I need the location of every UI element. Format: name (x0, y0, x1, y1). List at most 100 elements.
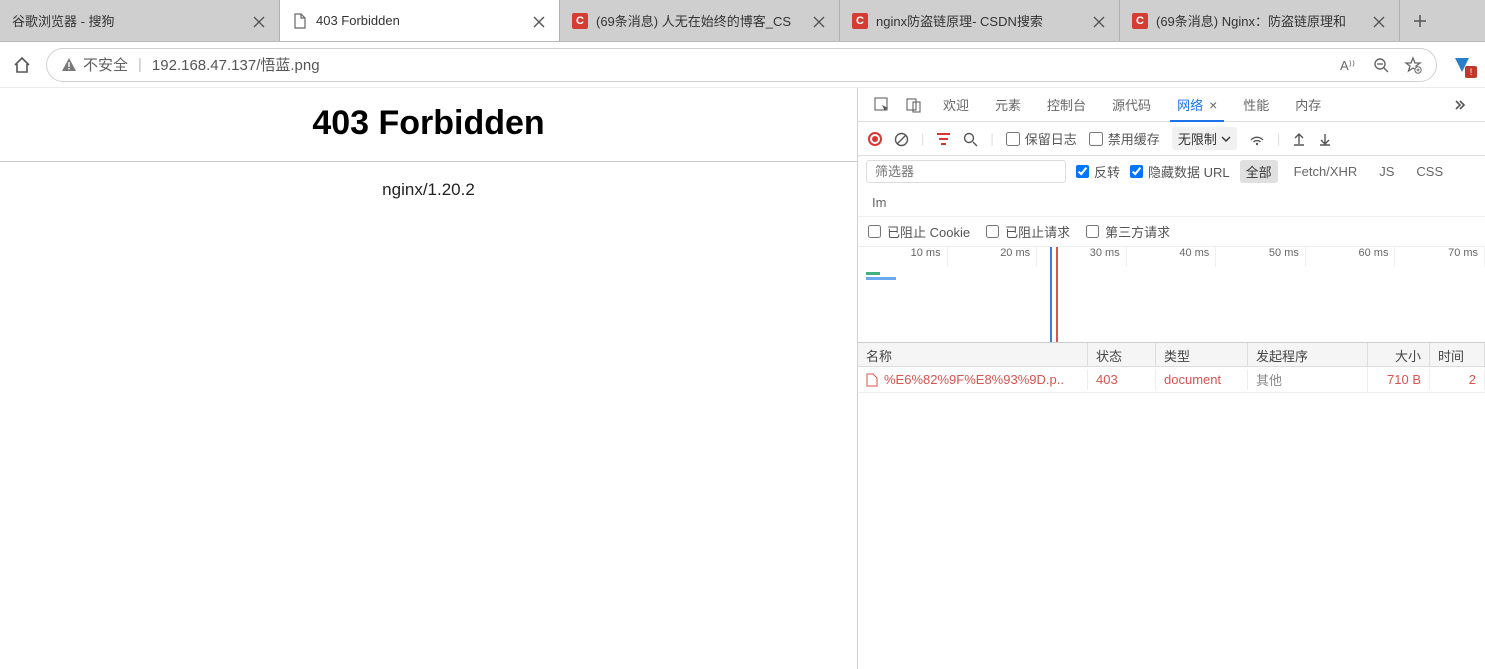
preserve-log-label: 保留日志 (1025, 129, 1077, 148)
blocked-requests-checkbox[interactable]: 已阻止请求 (986, 222, 1070, 241)
timeline-tick: 60 ms (1306, 247, 1396, 267)
chevron-down-icon (1221, 134, 1231, 144)
third-party-label: 第三方请求 (1105, 222, 1170, 241)
tab-network-label: 网络 (1177, 95, 1203, 114)
more-tabs-icon[interactable] (1447, 97, 1477, 113)
tab-welcome[interactable]: 欢迎 (930, 88, 982, 121)
disable-cache-checkbox[interactable]: 禁用缓存 (1089, 129, 1160, 148)
header-initiator[interactable]: 发起程序 (1248, 343, 1368, 366)
close-icon[interactable] (1373, 14, 1387, 28)
favorites-icon[interactable] (1404, 55, 1422, 73)
filter-icon[interactable] (936, 130, 951, 146)
insecure-label: 不安全 (83, 54, 128, 75)
tab-1[interactable]: 403 Forbidden (280, 0, 560, 41)
header-type[interactable]: 类型 (1156, 343, 1248, 366)
hide-data-urls-checkbox[interactable]: 隐藏数据 URL (1130, 162, 1230, 181)
header-name[interactable]: 名称 (858, 343, 1088, 366)
insecure-badge: 不安全 (61, 54, 128, 75)
clear-button[interactable] (894, 130, 909, 146)
cell-type: document (1156, 369, 1248, 390)
tab-sources[interactable]: 源代码 (1099, 88, 1164, 121)
close-icon[interactable] (1093, 14, 1107, 28)
filter-type-fetch[interactable]: Fetch/XHR (1288, 162, 1364, 181)
network-filter-row: 反转 隐藏数据 URL 全部 Fetch/XHR JS CSS Im (858, 156, 1485, 217)
network-filter-row-2: 已阻止 Cookie 已阻止请求 第三方请求 (858, 217, 1485, 247)
home-button[interactable] (12, 55, 32, 75)
network-timeline[interactable]: 10 ms 20 ms 30 ms 40 ms 50 ms 60 ms 70 m… (858, 247, 1485, 343)
network-row[interactable]: %E6%82%9F%E8%93%9D.p.. 403 document 其他 7… (858, 367, 1485, 393)
close-icon[interactable] (533, 14, 547, 28)
address-bar: 不安全 | 192.168.47.137/悟蓝.png A⁾⁾ ! (0, 42, 1485, 88)
domcontentloaded-line (1050, 247, 1052, 342)
third-party-checkbox[interactable]: 第三方请求 (1086, 222, 1170, 241)
timeline-tick: 20 ms (948, 247, 1038, 267)
new-tab-button[interactable] (1400, 0, 1440, 41)
preserve-log-checkbox[interactable]: 保留日志 (1006, 129, 1077, 148)
cell-name: %E6%82%9F%E8%93%9D.p.. (858, 369, 1088, 391)
header-size[interactable]: 大小 (1368, 343, 1430, 366)
header-status[interactable]: 状态 (1088, 343, 1156, 366)
search-icon[interactable] (963, 130, 978, 146)
upload-icon[interactable] (1292, 131, 1306, 147)
tab-2[interactable]: C (69条消息) 人无在始终的博客_CS (560, 0, 840, 41)
tab-title: 谷歌浏览器 - 搜狗 (12, 11, 245, 30)
network-toolbar: | | 保留日志 禁用缓存 无限制 | (858, 122, 1485, 156)
zoom-out-icon[interactable] (1372, 55, 1390, 73)
tab-title: (69条消息) Nginx：防盗链原理和 (1156, 11, 1365, 30)
blocked-cookies-label: 已阻止 Cookie (887, 222, 970, 241)
page-content: 403 Forbidden nginx/1.20.2 (0, 88, 858, 669)
tab-title: nginx防盗链原理- CSDN搜索 (876, 11, 1085, 30)
tab-network[interactable]: 网络 × (1164, 88, 1230, 121)
tab-3[interactable]: C nginx防盗链原理- CSDN搜索 (840, 0, 1120, 41)
cell-status: 403 (1088, 369, 1156, 390)
timeline-tick: 70 ms (1395, 247, 1485, 267)
url-text: 192.168.47.137/悟蓝.png (152, 54, 320, 75)
document-icon (292, 13, 308, 29)
address-input[interactable]: 不安全 | 192.168.47.137/悟蓝.png A⁾⁾ (46, 48, 1437, 82)
cell-size: 710 B (1368, 369, 1430, 390)
network-table-headers: 名称 状态 类型 发起程序 大小 时间 (858, 343, 1485, 367)
filter-input[interactable] (866, 160, 1066, 183)
read-aloud-icon[interactable]: A⁾⁾ (1340, 55, 1358, 73)
hide-data-urls-label: 隐藏数据 URL (1148, 162, 1230, 181)
tab-performance[interactable]: 性能 (1230, 88, 1282, 121)
invert-label: 反转 (1094, 162, 1120, 181)
cell-name-text: %E6%82%9F%E8%93%9D.p.. (884, 372, 1064, 387)
download-icon[interactable] (1318, 131, 1332, 147)
svg-text:A⁾⁾: A⁾⁾ (1340, 58, 1355, 73)
tab-title: (69条消息) 人无在始终的博客_CS (596, 11, 805, 30)
tab-memory[interactable]: 内存 (1282, 88, 1334, 121)
close-icon[interactable]: × (1209, 97, 1217, 113)
file-icon (866, 372, 878, 387)
tab-4[interactable]: C (69条消息) Nginx：防盗链原理和 (1120, 0, 1400, 41)
invert-checkbox[interactable]: 反转 (1076, 162, 1120, 181)
filter-type-all[interactable]: 全部 (1240, 160, 1278, 183)
warning-icon (61, 57, 77, 73)
tab-console[interactable]: 控制台 (1034, 88, 1099, 121)
device-icon[interactable] (898, 96, 930, 113)
server-info: nginx/1.20.2 (382, 180, 475, 200)
close-icon[interactable] (253, 14, 267, 28)
record-button[interactable] (868, 132, 882, 146)
tab-elements[interactable]: 元素 (982, 88, 1034, 121)
extension-icon[interactable]: ! (1451, 54, 1473, 76)
cell-time: 2 (1430, 369, 1485, 390)
tab-0[interactable]: 谷歌浏览器 - 搜狗 (0, 0, 280, 41)
csdn-icon: C (1132, 13, 1148, 29)
tab-title: 403 Forbidden (316, 13, 525, 28)
divider (0, 161, 857, 162)
close-icon[interactable] (813, 14, 827, 28)
inspect-icon[interactable] (866, 96, 898, 113)
timeline-bars (866, 272, 896, 280)
filter-type-css[interactable]: CSS (1410, 162, 1449, 181)
blocked-requests-label: 已阻止请求 (1005, 222, 1070, 241)
filter-type-js[interactable]: JS (1373, 162, 1400, 181)
blocked-cookies-checkbox[interactable]: 已阻止 Cookie (868, 222, 970, 241)
cell-initiator: 其他 (1248, 367, 1368, 392)
filter-type-img[interactable]: Im (866, 193, 892, 212)
browser-tab-bar: 谷歌浏览器 - 搜狗 403 Forbidden C (69条消息) 人无在始终… (0, 0, 1485, 42)
devtools-tabs: 欢迎 元素 控制台 源代码 网络 × 性能 内存 (858, 88, 1485, 122)
header-time[interactable]: 时间 (1430, 343, 1485, 366)
throttle-select[interactable]: 无限制 (1172, 127, 1237, 150)
network-conditions-icon[interactable] (1249, 131, 1265, 147)
